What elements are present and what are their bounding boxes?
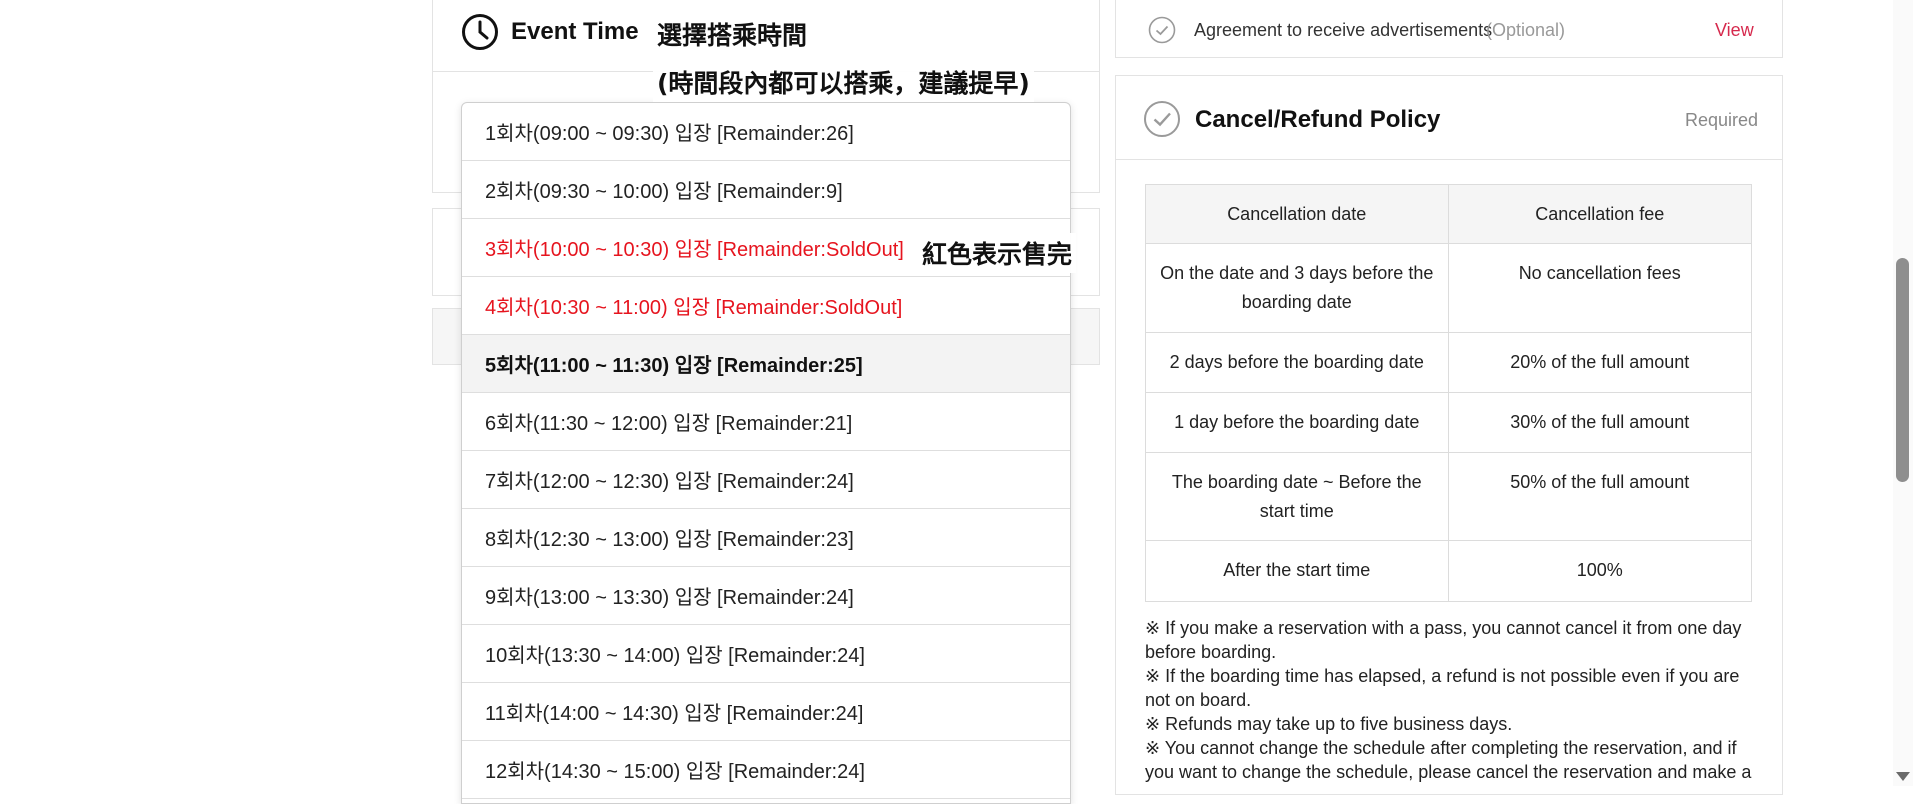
time-slot-option[interactable]: 2회차(09:30 ~ 10:00) 입장 [Remainder:9] (462, 161, 1070, 219)
table-cell: 50% of the full amount (1447, 452, 1752, 541)
table-cell: The boarding date ~ Before the start tim… (1145, 452, 1449, 541)
policy-required-label: Required (1685, 110, 1759, 130)
table-row: On the date and 3 days before the boardi… (1145, 243, 1752, 333)
time-slot-option[interactable]: 1회차(09:00 ~ 09:30) 입장 [Remainder:26] (462, 103, 1070, 161)
scrollbar-thumb[interactable] (1896, 258, 1909, 482)
time-slot-option[interactable]: 11회차(14:00 ~ 14:30) 입장 [Remainder:24] (462, 683, 1070, 741)
policy-title: Cancel/Refund Policy (1195, 106, 1441, 133)
annotation-soldout-note: 紅色表示售完 (918, 233, 1077, 273)
clock-icon (462, 14, 498, 50)
table-header-cell: Cancellation fee (1447, 184, 1752, 244)
event-time-title: Event Time (511, 18, 639, 45)
policy-notes: ※ If you make a reservation with a pass,… (1145, 616, 1755, 784)
checkbox-icon[interactable] (1143, 100, 1181, 138)
time-slot-option[interactable]: 6회차(11:30 ~ 12:00) 입장 [Remainder:21] (462, 393, 1070, 451)
scroll-down-arrow-icon[interactable] (1896, 772, 1910, 781)
checkbox-icon[interactable] (1148, 16, 1176, 44)
agreement-optional-label: (Optional) (1486, 20, 1566, 40)
table-row: After the start time 100% (1145, 540, 1752, 602)
policy-note: ※ If you make a reservation with a pass,… (1145, 618, 1742, 662)
time-slot-option[interactable]: 12회차(14:30 ~ 15:00) 입장 [Remainder:24] (462, 741, 1070, 799)
table-cell: 2 days before the boarding date (1145, 332, 1449, 393)
table-row: 1 day before the boarding date 30% of th… (1145, 392, 1752, 453)
table-cell: 20% of the full amount (1447, 332, 1752, 393)
time-slot-option[interactable]: 9회차(13:00 ~ 13:30) 입장 [Remainder:24] (462, 567, 1070, 625)
policy-note: ※ You cannot change the schedule after c… (1145, 738, 1752, 782)
table-cell: On the date and 3 days before the boardi… (1145, 243, 1449, 333)
agreement-view-link[interactable]: View (1715, 20, 1754, 41)
time-slot-dropdown[interactable]: 1회차(09:00 ~ 09:30) 입장 [Remainder:26] 2회차(… (461, 102, 1071, 804)
agreement-label: Agreement to receive advertisements (1194, 20, 1493, 40)
time-slot-option[interactable]: 5회차(11:00 ~ 11:30) 입장 [Remainder:25] (462, 335, 1070, 393)
policy-note: ※ If the boarding time has elapsed, a re… (1145, 666, 1740, 710)
time-slot-option[interactable]: 10회차(13:30 ~ 14:00) 입장 [Remainder:24] (462, 625, 1070, 683)
table-cell: 1 day before the boarding date (1145, 392, 1449, 453)
annotation-hint: (時間段內都可以搭乘，建議提早) (653, 62, 1034, 102)
annotation-select-time: 選擇搭乘時間 (653, 14, 812, 54)
table-cell: 100% (1447, 540, 1752, 602)
refund-policy-table: Cancellation date Cancellation fee On th… (1145, 184, 1752, 602)
table-cell: 30% of the full amount (1447, 392, 1752, 453)
time-slot-option[interactable]: 8회차(12:30 ~ 13:00) 입장 [Remainder:23] (462, 509, 1070, 567)
time-slot-option[interactable]: 4회차(10:30 ~ 11:00) 입장 [Remainder:SoldOut… (462, 277, 1070, 335)
event-time-header: Event Time (461, 10, 639, 54)
divider (1115, 159, 1783, 160)
table-row: The boarding date ~ Before the start tim… (1145, 452, 1752, 541)
table-header-cell: Cancellation date (1145, 184, 1449, 244)
table-row: 2 days before the boarding date 20% of t… (1145, 332, 1752, 393)
time-slot-option[interactable]: 7회차(12:00 ~ 12:30) 입장 [Remainder:24] (462, 451, 1070, 509)
table-cell: No cancellation fees (1447, 243, 1752, 333)
policy-note: ※ Refunds may take up to five business d… (1145, 714, 1513, 734)
table-cell: After the start time (1145, 540, 1449, 602)
table-header-row: Cancellation date Cancellation fee (1145, 184, 1752, 244)
